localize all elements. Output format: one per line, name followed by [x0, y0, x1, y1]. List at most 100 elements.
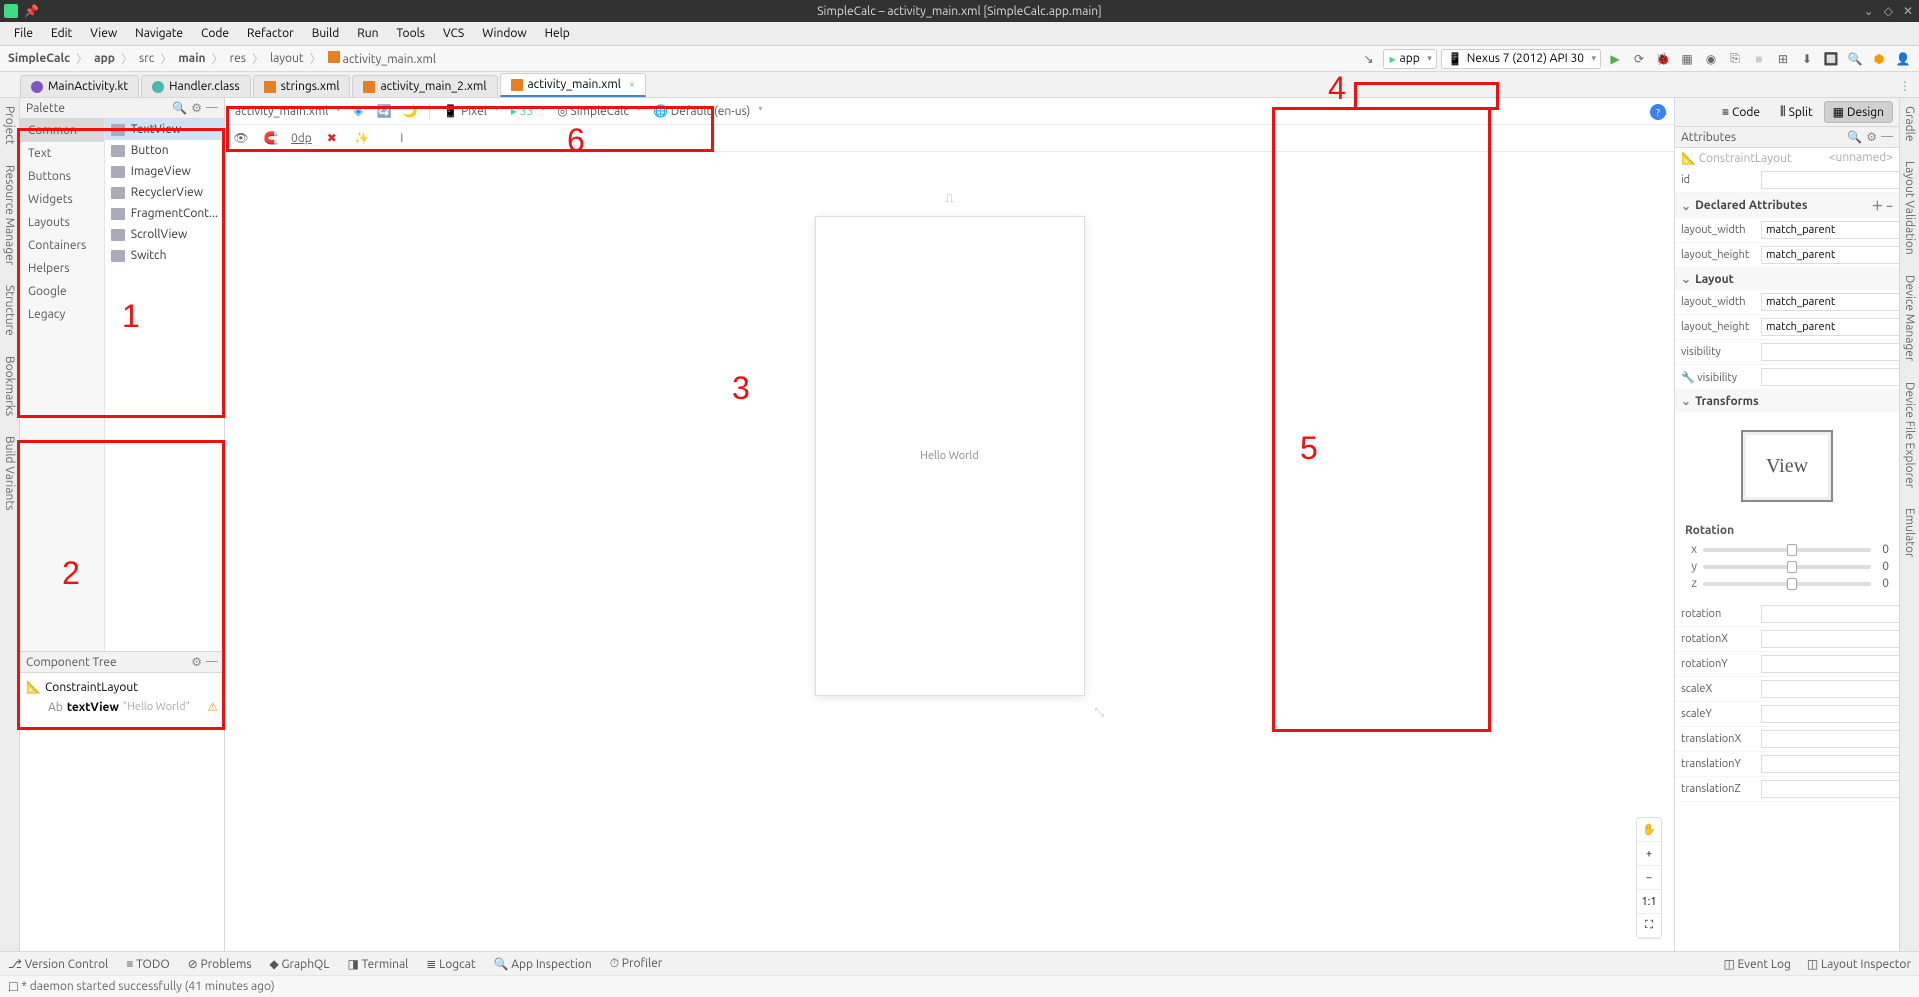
menu-window[interactable]: Window: [474, 25, 534, 42]
palette-category-buttons[interactable]: Buttons: [20, 165, 104, 188]
attr-value-input[interactable]: [1761, 605, 1899, 623]
right-rail-gradle[interactable]: Gradle: [1903, 106, 1916, 141]
file-tab[interactable]: activity_main.xml×: [500, 73, 647, 97]
pan-tool-icon[interactable]: ✋: [1637, 818, 1661, 842]
tool-window-problems[interactable]: ⊘ Problems: [188, 957, 252, 971]
avd-manager-icon[interactable]: ⊞: [1773, 49, 1793, 69]
rotation-slider-y[interactable]: y0: [1675, 558, 1899, 575]
ide-update-icon[interactable]: ⬢: [1869, 49, 1889, 69]
breadcrumb-segment[interactable]: res: [228, 52, 248, 65]
component-tree-body[interactable]: 📐ConstraintLayout Ab textView "Hello Wor…: [20, 673, 224, 951]
right-tool-window-rail[interactable]: GradleLayout ValidationDevice ManagerDev…: [1899, 98, 1919, 951]
breadcrumb[interactable]: SimpleCalc〉app〉src〉main〉res〉layout〉activ…: [6, 50, 438, 67]
menu-vcs[interactable]: VCS: [435, 25, 472, 42]
tool-window-graphql[interactable]: ◆ GraphQL: [270, 957, 330, 971]
coverage-icon[interactable]: ▦: [1677, 49, 1697, 69]
run-button-icon[interactable]: ▶: [1605, 49, 1625, 69]
stop-icon[interactable]: ■: [1749, 49, 1769, 69]
window-close-icon[interactable]: ✕: [1903, 4, 1913, 18]
window-minimize-icon[interactable]: ⌄: [1864, 4, 1874, 18]
warning-icon[interactable]: ⚠: [207, 700, 218, 714]
attr-value-input[interactable]: [1761, 655, 1899, 673]
transforms-section[interactable]: Transforms: [1675, 390, 1899, 412]
device-type-selector[interactable]: 📱 Pixel: [439, 102, 500, 120]
tool-window-version-control[interactable]: ⎇ Version Control: [8, 957, 108, 971]
attributes-search-icon[interactable]: 🔍: [1847, 130, 1862, 144]
menu-view[interactable]: View: [82, 25, 125, 42]
menu-run[interactable]: Run: [349, 25, 386, 42]
menu-tools[interactable]: Tools: [388, 25, 433, 42]
palette-item-scrollview[interactable]: ScrollView: [105, 224, 224, 245]
palette-category-common[interactable]: Common: [20, 119, 104, 142]
split-view-button[interactable]: ⫼ Split: [1771, 101, 1822, 123]
palette-item-imageview[interactable]: ImageView: [105, 161, 224, 182]
zoom-fit-button[interactable]: ⛶: [1637, 914, 1661, 938]
pin-icon[interactable]: 📌: [24, 4, 39, 18]
layout-section[interactable]: Layout: [1675, 268, 1899, 290]
left-rail-resource-manager[interactable]: Resource Manager: [3, 165, 16, 265]
constraint-handle-icon[interactable]: ⎍: [945, 192, 953, 206]
attr-value-input[interactable]: [1761, 368, 1899, 386]
clear-constraints-icon[interactable]: ✖: [322, 128, 342, 148]
design-view-button[interactable]: ▦ Design: [1824, 101, 1893, 123]
menu-edit[interactable]: Edit: [43, 25, 80, 42]
attributes-hide-icon[interactable]: —: [1881, 130, 1893, 144]
attr-value-input[interactable]: [1761, 730, 1899, 748]
tool-window-event-log[interactable]: ◫ Event Log: [1723, 957, 1790, 971]
design-help-icon[interactable]: ?: [1650, 104, 1666, 120]
code-view-button[interactable]: ≡ Code: [1713, 101, 1769, 123]
sync-gradle-icon[interactable]: ↘: [1359, 49, 1379, 69]
view-options-icon[interactable]: 👁: [231, 128, 251, 148]
breadcrumb-segment[interactable]: src: [137, 52, 156, 65]
breadcrumb-segment[interactable]: main: [176, 52, 207, 65]
menu-file[interactable]: File: [6, 25, 41, 42]
menu-build[interactable]: Build: [304, 25, 348, 42]
palette-category-widgets[interactable]: Widgets: [20, 188, 104, 211]
design-canvas[interactable]: ⎍ Hello World ⤡ ✋ + − 1:1 ⛶: [225, 152, 1674, 951]
resource-manager-icon[interactable]: 🔲: [1821, 49, 1841, 69]
palette-hide-icon[interactable]: —: [206, 101, 218, 115]
palette-category-legacy[interactable]: Legacy: [20, 303, 104, 326]
resize-handle-icon[interactable]: ⤡: [1095, 706, 1105, 720]
palette-search-icon[interactable]: 🔍: [172, 101, 187, 115]
palette-category-google[interactable]: Google: [20, 280, 104, 303]
orientation-icon[interactable]: 🔄: [374, 101, 394, 121]
menu-help[interactable]: Help: [537, 25, 578, 42]
component-tree-settings-icon[interactable]: ⚙: [191, 655, 202, 669]
api-level-selector[interactable]: ▸ 33: [507, 102, 547, 120]
right-rail-device-manager[interactable]: Device Manager: [1903, 275, 1916, 361]
attr-id-input[interactable]: [1761, 171, 1899, 189]
right-rail-emulator[interactable]: Emulator: [1903, 508, 1916, 558]
tool-window-profiler[interactable]: ⏱ Profiler: [610, 957, 663, 971]
menu-code[interactable]: Code: [193, 25, 237, 42]
zoom-out-button[interactable]: −: [1637, 866, 1661, 890]
file-tab[interactable]: strings.xml: [253, 75, 351, 97]
component-tree-hide-icon[interactable]: —: [206, 655, 218, 669]
breadcrumb-segment[interactable]: app: [92, 52, 117, 65]
file-tab[interactable]: Handler.class: [141, 75, 250, 97]
zoom-actual-button[interactable]: 1:1: [1637, 890, 1661, 914]
default-margin-button[interactable]: 0dp: [291, 132, 312, 145]
palette-item-recyclerview[interactable]: RecyclerView: [105, 182, 224, 203]
attr-value-input[interactable]: [1761, 680, 1899, 698]
attach-debugger-icon[interactable]: ⎘: [1725, 49, 1745, 69]
palette-category-text[interactable]: Text: [20, 142, 104, 165]
theme-selector[interactable]: ◎ SimpleCalc: [553, 102, 643, 120]
right-rail-device-file-explorer[interactable]: Device File Explorer: [1903, 382, 1916, 488]
declared-attributes-section[interactable]: Declared Attributes ＋ −: [1675, 193, 1899, 218]
rotation-slider-z[interactable]: z0: [1675, 575, 1899, 592]
palette-category-helpers[interactable]: Helpers: [20, 257, 104, 280]
infer-constraints-icon[interactable]: ✨: [352, 128, 372, 148]
tree-item-textview[interactable]: Ab textView "Hello World" ⚠: [26, 697, 218, 717]
attr-value-input[interactable]: [1761, 221, 1899, 239]
left-rail-bookmarks[interactable]: Bookmarks: [3, 356, 16, 416]
editor-tabs-menu-icon[interactable]: ⋮: [1891, 75, 1919, 97]
design-surface-icon[interactable]: ◈: [348, 101, 368, 121]
attr-value-input[interactable]: [1761, 755, 1899, 773]
attr-value-input[interactable]: [1761, 293, 1899, 311]
attr-value-input[interactable]: [1761, 630, 1899, 648]
guidelines-icon[interactable]: I: [392, 128, 412, 148]
file-tab[interactable]: activity_main_2.xml: [352, 75, 497, 97]
search-everywhere-icon[interactable]: 🔍: [1845, 49, 1865, 69]
device-selector[interactable]: 📱Nexus 7 (2012) API 30: [1441, 49, 1601, 69]
